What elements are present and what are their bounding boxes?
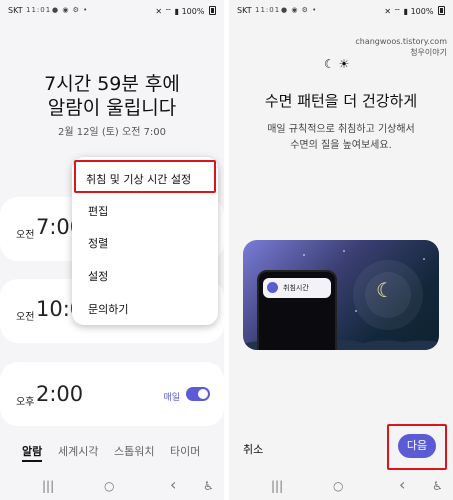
- tab-stopwatch[interactable]: 스톱워치: [114, 443, 154, 459]
- alarm-ampm: 오전: [16, 312, 35, 323]
- cancel-button[interactable]: 취소: [243, 441, 263, 457]
- back-icon[interactable]: ‹: [170, 475, 176, 494]
- accessibility-icon[interactable]: ♿: [432, 479, 443, 493]
- bedtime-bubble: 취침시간: [263, 278, 331, 298]
- onboarding-description: 매일 규칙적으로 취침하고 기상해서 수면의 질을 높여보세요.: [267, 124, 415, 151]
- menu-item-contact[interactable]: 문의하기: [88, 301, 128, 317]
- tab-world-clock[interactable]: 세계시각: [58, 443, 98, 459]
- menu-item-sort[interactable]: 정렬: [88, 235, 108, 251]
- signal-icon: ✕ ⌔ ▮: [384, 7, 409, 16]
- moon-sun-icon: ☾ ☀: [324, 57, 350, 71]
- sleep-onboarding-screen: SKT 11:01 ● ◉ ⚙ • ✕ ⌔ ▮ 100% changwoos.t…: [229, 0, 453, 500]
- menu-item-settings[interactable]: 설정: [88, 268, 108, 284]
- sleep-illustration: ☾ 취침시간: [243, 240, 439, 350]
- status-right: ✕ ⌔ ▮ 100%: [384, 6, 445, 17]
- phone-illustration: 취침시간: [257, 270, 337, 350]
- overflow-menu: 취침 및 기상 시간 설정 편집 정렬 설정 문의하기: [72, 157, 218, 325]
- notification-icons: ● ◉ ⚙ •: [281, 6, 318, 14]
- recent-apps-icon[interactable]: |||: [271, 479, 283, 493]
- home-icon[interactable]: ○: [104, 479, 114, 493]
- alarm-icon: [267, 282, 278, 293]
- status-bar: SKT 11:01 ● ◉ ⚙ • ✕ ⌔ ▮ 100%: [229, 0, 453, 22]
- accessibility-icon[interactable]: ♿: [203, 479, 214, 493]
- next-highlight: 다음: [387, 424, 447, 470]
- bedtime-label: 취침시간: [283, 284, 309, 292]
- home-icon[interactable]: ○: [333, 479, 343, 493]
- alarm-time: 2:00: [36, 382, 84, 406]
- battery-icon: [209, 6, 216, 15]
- alarm-ampm: 오후: [16, 397, 35, 408]
- status-time: SKT: [8, 6, 23, 15]
- recent-apps-icon[interactable]: |||: [42, 479, 54, 493]
- alarm-toggle[interactable]: [186, 387, 210, 401]
- menu-item-bedtime-setting[interactable]: 취침 및 기상 시간 설정: [74, 160, 216, 193]
- status-right: ✕ ⌔ ▮ 100%: [155, 6, 216, 17]
- alarm-card-3[interactable]: 오후 2:00 매일: [0, 362, 224, 426]
- status-bar: SKT 11:01 ● ◉ ⚙ • ✕ ⌔ ▮ 100%: [0, 0, 224, 22]
- status-carrier: SKT: [237, 6, 252, 15]
- next-button[interactable]: 다음: [398, 434, 436, 458]
- back-icon[interactable]: ‹: [399, 475, 405, 494]
- battery-percent: 100%: [410, 7, 434, 16]
- battery-percent: 100%: [181, 7, 205, 16]
- nav-bar: ||| ○ ‹ ♿: [0, 472, 224, 500]
- tab-timer[interactable]: 타이머: [170, 443, 200, 459]
- star: [423, 258, 425, 260]
- moon-icon: ☾: [376, 278, 394, 302]
- nav-bar: ||| ○ ‹ ♿: [229, 472, 453, 500]
- notification-icons: ● ◉ ⚙ •: [52, 6, 89, 14]
- next-alarm-date: 2월 12일 (토) 오전 7:00: [57, 127, 167, 138]
- battery-icon: [438, 6, 445, 15]
- status-clock: 11:01: [255, 6, 281, 14]
- star: [343, 250, 345, 252]
- status-clock: 11:01: [26, 6, 52, 14]
- alarm-ampm: 오전: [16, 230, 35, 241]
- onboarding-title: 수면 패턴을 더 건강하게: [264, 92, 418, 110]
- toggle-knob: [198, 389, 208, 399]
- alarm-repeat: 매일: [163, 393, 180, 403]
- tab-alarm[interactable]: 알람: [22, 443, 43, 462]
- menu-item-edit[interactable]: 편집: [88, 203, 108, 219]
- alarm-screen: SKT 11:01 ● ◉ ⚙ • ✕ ⌔ ▮ 100% 7시간 59분 후에 …: [0, 0, 224, 500]
- watermark: changwoos.tistory.com 청우이야기: [355, 37, 447, 57]
- next-alarm-headline: 7시간 59분 후에 알람이 울립니다: [44, 73, 180, 119]
- bottom-tabs: 알람 세계시각 스톱워치 타이머: [0, 441, 224, 463]
- star: [303, 254, 305, 256]
- signal-icon: ✕ ⌔ ▮: [155, 7, 180, 16]
